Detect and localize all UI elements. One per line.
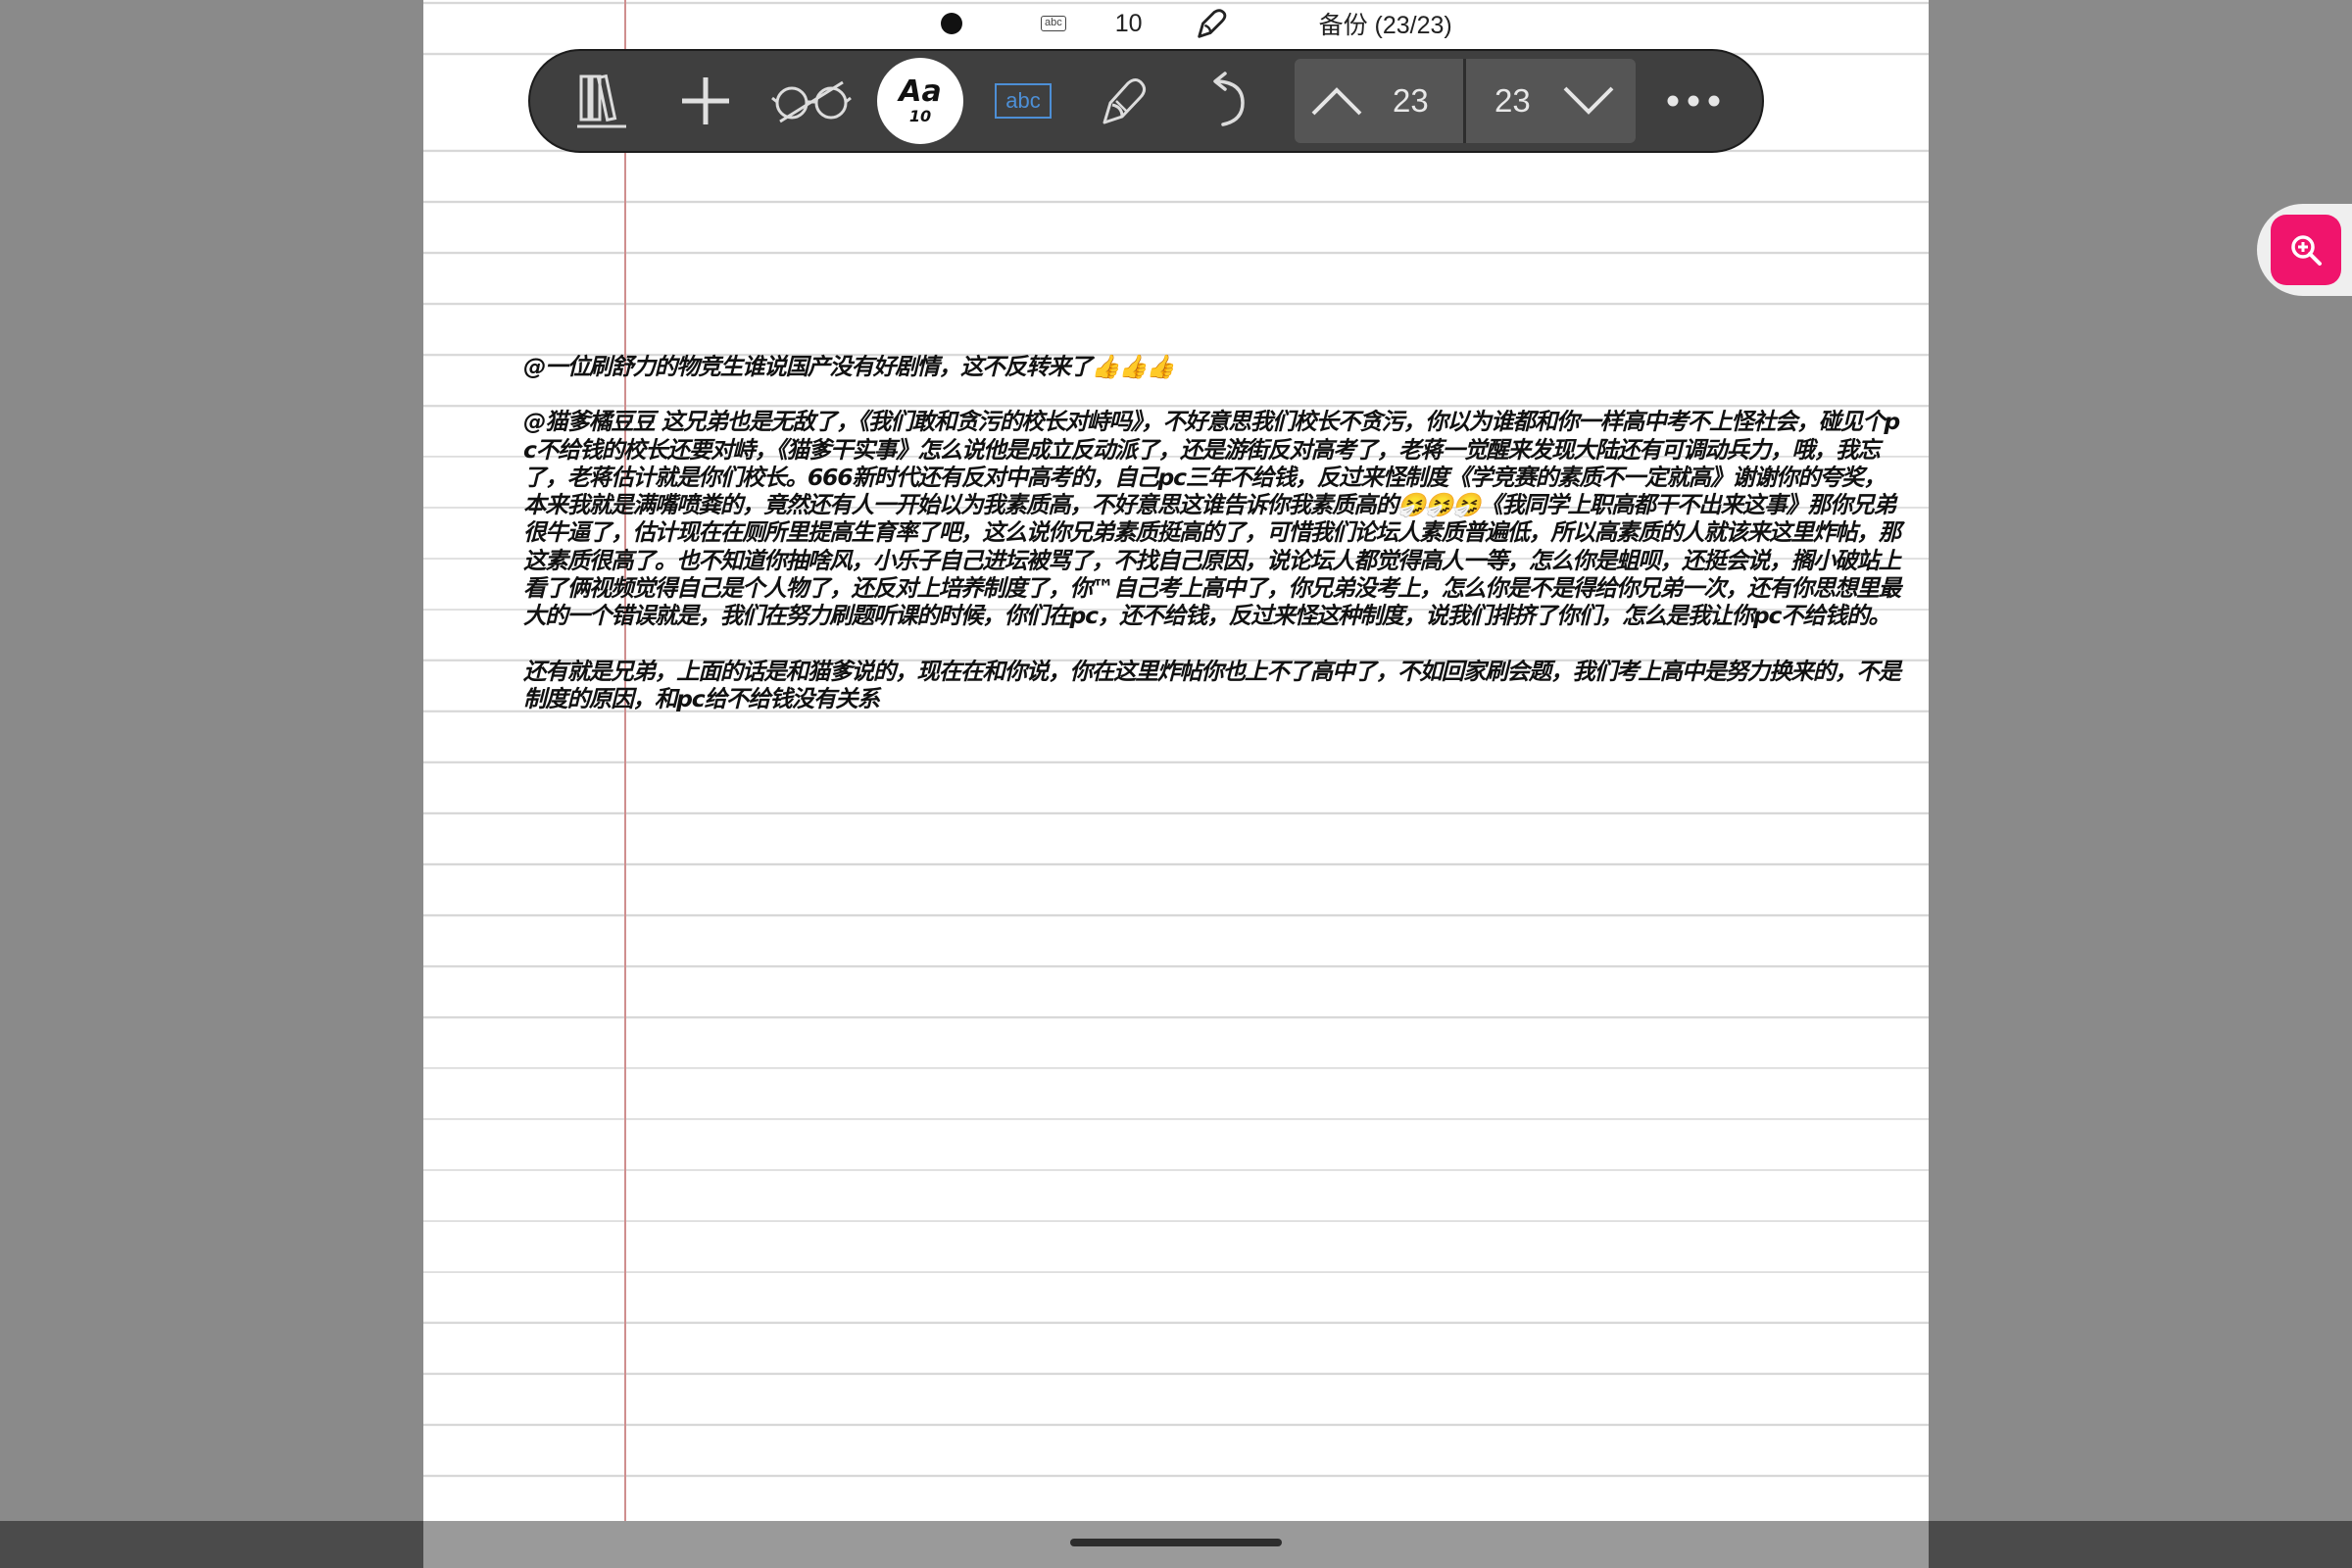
note-paragraph: @一位刷舒力的物竞生谁说国产没有好剧情，这不反转来了👍👍👍 bbox=[523, 353, 1175, 380]
font-label: Aa bbox=[899, 74, 942, 109]
reading-mode-button[interactable] bbox=[767, 51, 856, 151]
current-page-number: 23 bbox=[1393, 82, 1429, 119]
toolbar: Aa 10 abc 23 23 bbox=[528, 49, 1764, 153]
pen-icon bbox=[1102, 78, 1147, 124]
note-paragraph: @猫爹橘豆豆 这兄弟也是无敌了，《我们敢和贪污的校长对峙吗》，不好意思我们校长不… bbox=[523, 408, 1901, 630]
tool-status-strip: abc 10 备份 (23/23) bbox=[921, 6, 1452, 41]
note-page[interactable] bbox=[423, 0, 1929, 1524]
library-button[interactable] bbox=[567, 51, 636, 151]
text-tool-button[interactable]: abc bbox=[989, 51, 1057, 151]
undo-icon bbox=[1213, 72, 1245, 126]
zoom-in-icon bbox=[2291, 235, 2322, 266]
plus-icon bbox=[682, 77, 729, 124]
pen-color-dot-icon bbox=[941, 13, 962, 34]
text-tool-icon: abc bbox=[995, 83, 1052, 119]
add-page-button[interactable] bbox=[671, 51, 740, 151]
chevron-up-icon bbox=[1311, 87, 1362, 116]
note-paragraph: 还有就是兄弟，上面的话是和猫爹说的，现在在和你说，你在这里炸帖你也上不了高中了，… bbox=[523, 657, 1901, 712]
text-tool-mini-icon: abc bbox=[1041, 16, 1066, 31]
previous-page-button[interactable] bbox=[1302, 59, 1371, 143]
more-options-button[interactable] bbox=[1659, 51, 1728, 151]
library-icon bbox=[577, 74, 626, 128]
page-nav-divider bbox=[1463, 59, 1466, 143]
page-navigator: 23 23 bbox=[1295, 59, 1636, 143]
undo-button[interactable] bbox=[1193, 51, 1261, 151]
more-icon bbox=[1667, 95, 1720, 107]
next-page-button[interactable] bbox=[1551, 59, 1626, 143]
chevron-down-icon bbox=[1563, 86, 1614, 115]
zoom-button[interactable] bbox=[2271, 215, 2341, 285]
margin-line bbox=[624, 0, 626, 1524]
pen-tool-button[interactable] bbox=[1091, 51, 1159, 151]
pen-mini-icon bbox=[1197, 9, 1226, 38]
home-indicator[interactable] bbox=[1070, 1539, 1282, 1546]
total-page-number: 23 bbox=[1494, 82, 1531, 119]
font-size-value: 10 bbox=[908, 107, 932, 125]
pen-size-value: 10 bbox=[1114, 9, 1143, 37]
note-text[interactable]: @一位刷舒力的物竞生谁说国产没有好剧情，这不反转来了👍👍👍 @猫爹橘豆豆 这兄弟… bbox=[523, 353, 1901, 712]
backup-status: 备份 (23/23) bbox=[1318, 12, 1452, 39]
glasses-icon bbox=[771, 80, 852, 123]
font-settings-button[interactable]: Aa 10 bbox=[877, 58, 963, 144]
